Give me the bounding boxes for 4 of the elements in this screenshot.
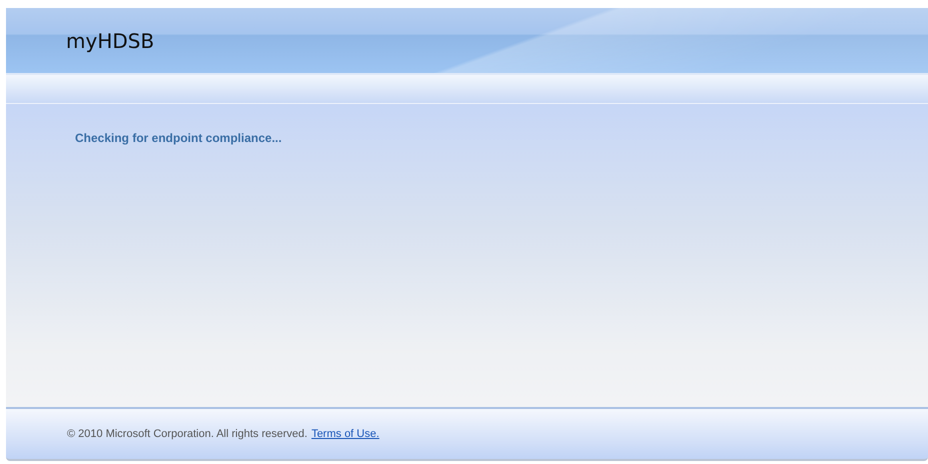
site-title: myHDSB (66, 28, 154, 52)
copyright-text: © 2010 Microsoft Corporation. All rights reserved. (67, 428, 308, 440)
status-message: Checking for endpoint compliance... (75, 131, 282, 145)
terms-link[interactable]: Terms of Use. (311, 428, 380, 440)
